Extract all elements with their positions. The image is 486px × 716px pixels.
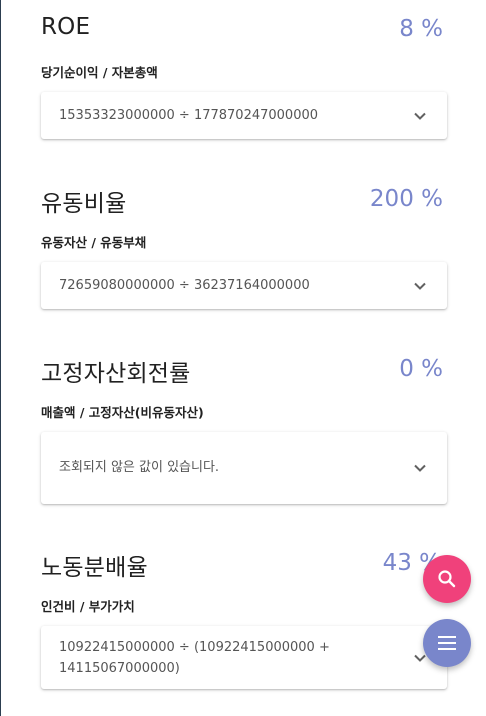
metric-formula: 인건비 / 부가가치 [41, 599, 135, 614]
formula-detail: 10922415000000 ÷ (10922415000000 + 14115… [59, 640, 330, 676]
metric-title: 유동비율 [41, 191, 127, 217]
formula-detail: 72659080000000 ÷ 36237164000000 [59, 278, 310, 293]
formula-detail: 조회되지 않은 값이 있습니다. [59, 460, 220, 475]
search-fab-button[interactable] [423, 555, 471, 603]
metric-title: 고정자산회전률 [41, 361, 191, 387]
metric-title: 노동분배율 [41, 555, 148, 581]
chevron-down-icon[interactable] [413, 461, 427, 475]
formula-expansion-panel[interactable]: 72659080000000 ÷ 36237164000000 [41, 262, 447, 309]
chevron-down-icon[interactable] [413, 109, 427, 123]
menu-icon [438, 636, 456, 650]
metric-formula: 유동자산 / 유동부채 [41, 235, 147, 250]
metric-value: 8 % [399, 16, 443, 42]
metric-value: 200 % [369, 186, 443, 212]
formula-detail: 15353323000000 ÷ 177870247000000 [59, 108, 319, 123]
metric-formula: 매출액 / 고정자산(비유동자산) [41, 405, 204, 420]
menu-fab-button[interactable] [423, 619, 471, 667]
metric-formula: 당기순이익 / 자본총액 [41, 65, 158, 80]
formula-expansion-panel[interactable]: 15353323000000 ÷ 177870247000000 [41, 92, 447, 139]
search-icon [438, 570, 456, 588]
metric-title: ROE [41, 14, 91, 40]
formula-expansion-panel[interactable]: 조회되지 않은 값이 있습니다. [41, 432, 447, 504]
formula-expansion-panel[interactable]: 10922415000000 ÷ (10922415000000 + 14115… [41, 626, 447, 689]
metric-value: 0 % [399, 356, 443, 382]
chevron-down-icon[interactable] [413, 279, 427, 293]
